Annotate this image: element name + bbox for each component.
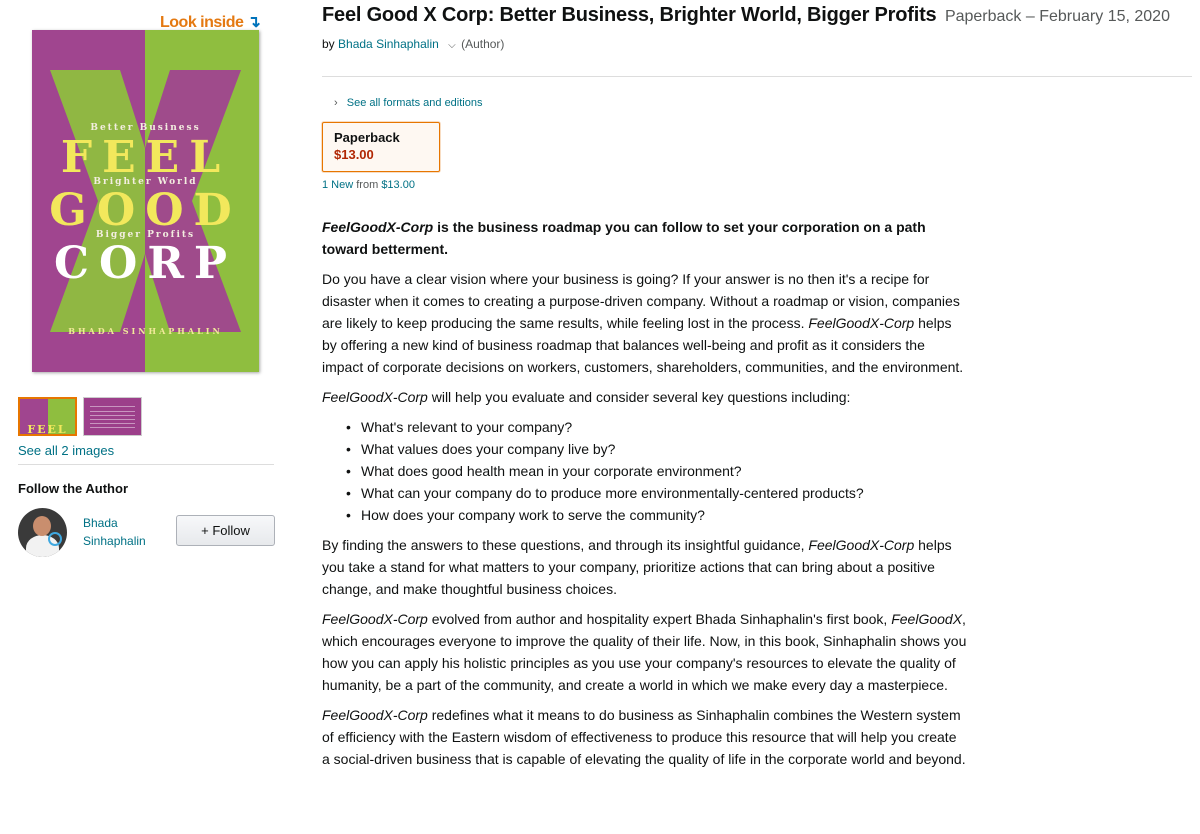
cover-author-name: BHADA SINHAPHALIN <box>68 326 223 336</box>
look-inside-label: Look inside <box>160 14 244 31</box>
list-item: What values does your company live by? <box>346 438 967 460</box>
new-offers-link[interactable]: 1 New <box>322 179 353 191</box>
description-paragraph: FeelGoodX-Corp will help you evaluate an… <box>322 389 851 405</box>
divider <box>322 76 1192 77</box>
thumbnail-strip: FEEL <box>18 397 142 436</box>
description-paragraph: FeelGoodX-Corp evolved from author and h… <box>322 611 967 693</box>
questions-list: What's relevant to your company? What va… <box>346 416 967 526</box>
description-paragraph: By finding the answers to these question… <box>322 537 952 597</box>
byline-author-link[interactable]: Bhada Sinhaphalin <box>338 37 439 51</box>
new-from-price[interactable]: $13.00 <box>381 179 415 191</box>
author-profile-link[interactable]: Bhada Sinhaphalin <box>83 514 163 550</box>
format-option-paperback[interactable]: Paperback $13.00 <box>322 122 440 172</box>
thumbnail-back-cover[interactable] <box>83 397 142 436</box>
list-item: What can your company do to produce more… <box>346 482 967 504</box>
cover-word-good: GOOD <box>49 185 242 236</box>
new-from-offer: 1 New from $13.00 <box>322 179 415 191</box>
down-arrow-icon: ↴ <box>247 14 261 31</box>
format-name: Paperback <box>334 130 400 145</box>
list-item: How does your company work to serve the … <box>346 504 967 526</box>
image-gallery-column: Look inside ↴ Better Business FEEL Brigh… <box>18 0 275 834</box>
description-paragraph: Do you have a clear vision where your bu… <box>322 271 964 375</box>
description-lead: FeelGoodX-Corp is the business roadmap y… <box>322 219 926 257</box>
see-all-images-link[interactable]: See all 2 images <box>18 443 114 458</box>
follow-author-button[interactable]: + Follow <box>176 515 275 546</box>
product-title-row: Feel Good X Corp: Better Business, Brigh… <box>322 4 1170 27</box>
byline: by Bhada Sinhaphalin ⌵ (Author) <box>322 37 504 51</box>
list-item: What's relevant to your company? <box>346 416 967 438</box>
product-format-date: Paperback – February 15, 2020 <box>944 8 1170 25</box>
cover-word-feel: FEEL <box>60 132 231 183</box>
author-role: (Author) <box>461 37 505 51</box>
description-paragraph: FeelGoodX-Corp redefines what it means t… <box>322 707 966 767</box>
book-description: FeelGoodX-Corp is the business roadmap y… <box>322 216 967 778</box>
chevron-right-icon: › <box>334 97 338 109</box>
by-label: by <box>322 37 335 51</box>
book-cover-image[interactable]: Better Business FEEL Brighter World GOOD… <box>32 30 259 372</box>
divider <box>18 464 274 465</box>
author-avatar[interactable] <box>18 508 67 557</box>
see-all-formats-link[interactable]: › See all formats and editions <box>334 97 482 109</box>
see-all-formats-label: See all formats and editions <box>346 97 483 109</box>
from-label: from <box>356 179 379 191</box>
follow-author-heading: Follow the Author <box>18 481 128 496</box>
format-price: $13.00 <box>334 147 374 162</box>
thumbnail-cover-text: FEEL <box>27 423 68 436</box>
product-title: Feel Good X Corp: Better Business, Brigh… <box>322 4 937 26</box>
look-inside-link[interactable]: Look inside ↴ <box>160 12 261 32</box>
thumbnail-front-cover[interactable]: FEEL <box>18 397 77 436</box>
list-item: What does good health mean in your corpo… <box>346 460 967 482</box>
chevron-down-icon[interactable]: ⌵ <box>448 40 456 51</box>
cover-word-corp: CORP <box>54 238 237 289</box>
